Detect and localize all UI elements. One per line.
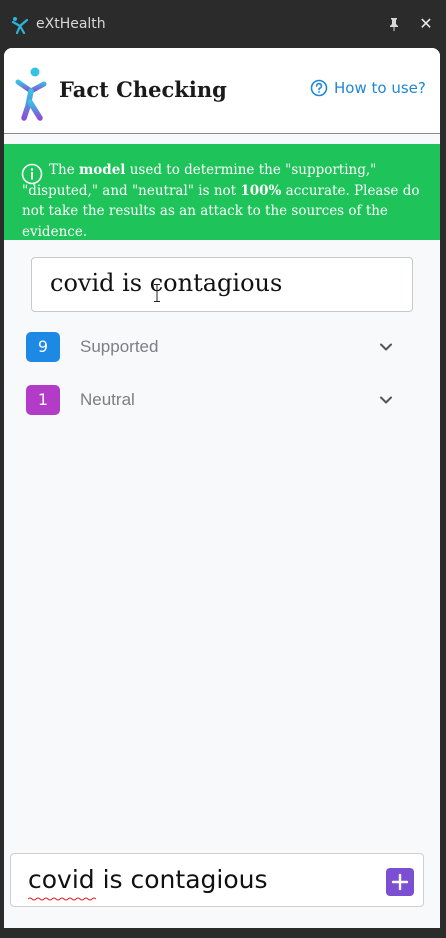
plus-icon [391,873,409,891]
claim-input-field[interactable]: covid is contagious [10,853,424,907]
main-panel: Fact Checking How to use? The model used… [4,48,440,928]
notice-bold-percent: 100% [240,182,282,199]
app-logo-icon [15,67,47,121]
spellcheck-underline [28,897,96,901]
chevron-down-icon[interactable] [379,393,393,407]
help-circle-icon [310,79,328,97]
how-to-use-label[interactable]: How to use? [334,79,426,97]
text-cursor-icon [154,284,160,302]
accuracy-notice: The model used to determine the "support… [4,144,440,240]
app-logo-icon [11,17,29,34]
notice-bold-model: model [78,162,126,178]
chevron-down-icon[interactable] [379,340,393,354]
add-claim-button[interactable] [386,868,414,896]
claim-input-value[interactable]: covid is contagious [28,865,268,894]
claim-display: covid is contagious [31,257,413,312]
supported-count-badge: 9 [26,332,60,362]
window-titlebar: eXtHealth ✕ [0,0,446,48]
notice-text: The model used to determine the "support… [22,160,426,242]
window-title: eXtHealth [36,16,106,32]
notice-text-part: The [49,162,79,178]
pin-icon[interactable] [386,16,402,32]
claim-text: covid is contagious [50,269,283,297]
result-row-supported[interactable]: 9 Supported [26,332,398,362]
close-icon[interactable]: ✕ [418,15,434,33]
neutral-label: Neutral [80,390,135,409]
supported-label: Supported [80,337,159,356]
result-row-neutral[interactable]: 1 Neutral [26,385,398,415]
how-to-use-link[interactable]: How to use? [310,79,426,97]
page-header: Fact Checking How to use? [4,48,440,134]
page-title: Fact Checking [59,77,227,102]
neutral-count-badge: 1 [26,385,60,415]
